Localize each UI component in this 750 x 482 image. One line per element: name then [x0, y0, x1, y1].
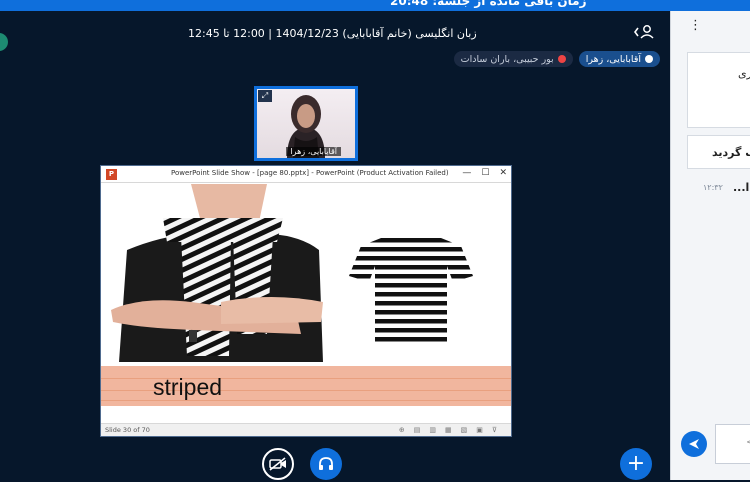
presentation-area: زبان انگلیسی (خانم آقابابایی) 1404/12/23…: [0, 11, 670, 480]
talking-indicator: آقابابایی، زهرا بور حبیبی، باران سادات: [453, 51, 660, 67]
normal-view-icon[interactable]: ▧: [461, 426, 468, 434]
slide-status-bar: Slide 30 of 70 ⊕ ▤ ▥ ▦ ▧ ▣ ⊽: [101, 423, 511, 436]
chat-input[interactable]: <: [715, 424, 750, 464]
notes-icon[interactable]: ⊕: [399, 426, 405, 434]
window-controls: — ☐ ✕: [462, 168, 507, 178]
view-controls: ⊕ ▤ ▥ ▦ ▧ ▣ ⊽: [399, 426, 497, 434]
chat-message-card: ری: [687, 52, 750, 128]
meeting-title: زبان انگلیسی (خانم آقابابایی) 1404/12/23…: [188, 27, 477, 40]
slide-word: striped: [153, 374, 223, 400]
slide-content: striped: [101, 184, 511, 424]
reading-view-icon[interactable]: ▦: [445, 426, 452, 434]
window-titlebar: P PowerPoint Slide Show - [page 80.pptx]…: [101, 166, 511, 183]
webcam-user-name: آقابابایی، زهرا: [286, 147, 341, 156]
chat-message-text: ...ا: [733, 181, 750, 194]
talker-name: آقابابایی، زهرا: [585, 53, 641, 65]
slide-counter: Slide 30 of 70: [105, 426, 150, 434]
talker-name: بور حبیبی، باران سادات: [460, 53, 554, 65]
slide-sorter-icon[interactable]: ▥: [429, 426, 436, 434]
chat-message-text: ری: [738, 67, 750, 80]
kebab-menu-icon[interactable]: ⋮: [689, 18, 702, 33]
minimize-button[interactable]: —: [462, 168, 471, 178]
plus-icon: +: [626, 451, 646, 476]
actions-plus-button[interactable]: +: [620, 448, 652, 480]
users-toggle-button[interactable]: [634, 23, 656, 43]
powerpoint-window: P PowerPoint Slide Show - [page 80.pptx]…: [100, 165, 512, 437]
chat-message-card: ف گردید: [687, 135, 750, 169]
chat-message-time: ۱۲:۳۲: [703, 183, 723, 192]
webcam-tile[interactable]: ⤢ آقابابایی، زهرا: [254, 86, 358, 161]
close-button[interactable]: ✕: [499, 168, 507, 178]
talker-item[interactable]: آقابابایی، زهرا: [578, 51, 660, 67]
remaining-time-bar: زمان باقی مانده از جلسه: 20:48: [0, 0, 750, 11]
talker-item[interactable]: بور حبیبی، باران سادات: [453, 51, 573, 67]
remaining-time-text: زمان باقی مانده از جلسه: 20:48: [390, 0, 587, 8]
audio-button[interactable]: [310, 448, 342, 480]
chat-message-text: ف گردید: [712, 146, 750, 159]
fit-view-icon[interactable]: ⊽: [492, 426, 497, 434]
grid-view-icon[interactable]: ▤: [414, 426, 421, 434]
microphone-icon: [645, 55, 653, 63]
left-panel-toggle-button[interactable]: [0, 33, 8, 51]
camera-toggle-button[interactable]: [262, 448, 294, 480]
window-title: PowerPoint Slide Show - [page 80.pptx] -…: [171, 169, 449, 177]
microphone-muted-icon: [557, 55, 566, 63]
users-icon: [634, 25, 654, 39]
powerpoint-logo-icon: P: [106, 169, 117, 180]
headphones-icon: [319, 457, 333, 470]
send-button[interactable]: [681, 431, 707, 457]
maximize-button[interactable]: ☐: [481, 168, 489, 178]
camera-off-icon: [269, 457, 286, 471]
slideshow-view-icon[interactable]: ▣: [476, 426, 483, 434]
send-icon: [689, 439, 699, 449]
expand-icon[interactable]: ⤢: [258, 90, 272, 102]
chat-sidebar: ⋮ ری ف گردید ۱۲:۳۲ ...ا <: [670, 11, 750, 480]
